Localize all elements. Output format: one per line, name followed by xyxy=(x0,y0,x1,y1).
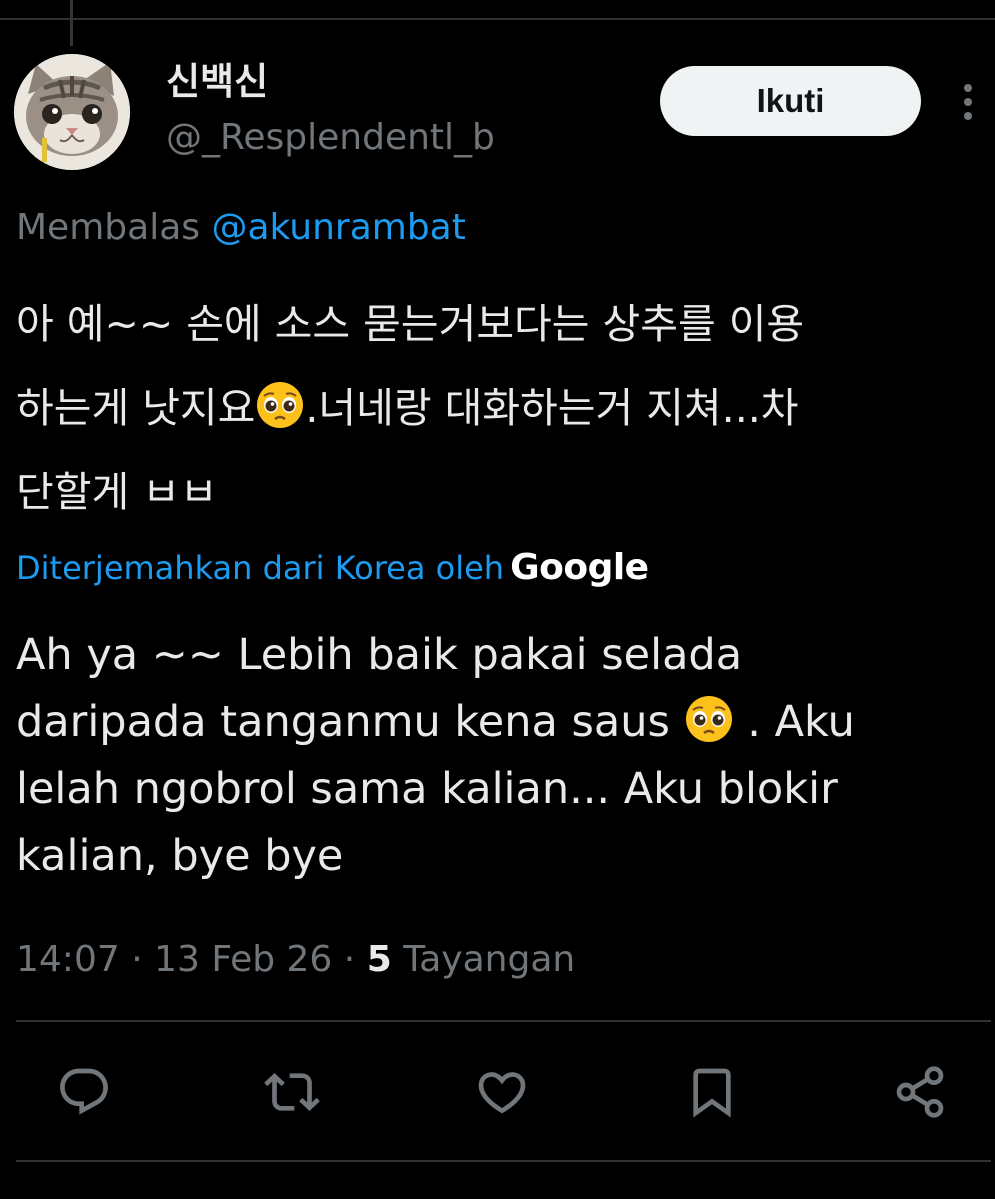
heart-icon xyxy=(478,1072,526,1114)
share-icon xyxy=(896,1066,944,1118)
share-button[interactable] xyxy=(888,1060,952,1124)
translated-text-segment: Ah ya ~~ Lebih baik pakai selada xyxy=(16,630,743,680)
like-button[interactable] xyxy=(470,1060,534,1124)
translated-text: Ah ya ~~ Lebih baik pakai selada daripad… xyxy=(16,622,981,890)
kitten-avatar-icon xyxy=(14,54,130,170)
tweet-text-line: 단할게 ㅂㅂ xyxy=(16,450,981,534)
retweet-icon xyxy=(264,1073,320,1111)
action-bar xyxy=(0,1060,995,1124)
actions-bottom-divider xyxy=(16,1160,991,1162)
translated-text-segment: lelah ngobrol sama kalian... Aku blokir xyxy=(16,764,838,814)
views-label: Tayangan xyxy=(391,939,576,980)
retweet-button[interactable] xyxy=(260,1060,324,1124)
translated-text-line: daripada tanganmu kena saus . Aku xyxy=(16,689,981,756)
reply-context-prefix: Membalas xyxy=(16,207,201,248)
tweet-text-line: 하는게 낫지요 .너네랑 대화하는거 지쳐...차 xyxy=(16,366,981,450)
tweet-meta: 14:07 · 13 Feb 26 · 5 Tayangan xyxy=(16,934,575,986)
actions-top-divider xyxy=(16,1020,991,1022)
top-divider xyxy=(0,18,995,20)
tweet-date[interactable]: 13 Feb 26 xyxy=(154,939,332,980)
pleading-face-emoji-icon xyxy=(255,374,305,428)
tweet-text-line: 아 예~~ 손에 소스 묻는거보다는 상추를 이용 xyxy=(16,282,981,366)
translated-text-segment: daripada tanganmu kena saus xyxy=(16,697,684,747)
tweet-time[interactable]: 14:07 xyxy=(16,939,120,980)
bookmark-button[interactable] xyxy=(680,1060,744,1124)
translated-text-segment: kalian, bye bye xyxy=(16,831,344,881)
author-handle[interactable]: @_Resplendentl_b xyxy=(166,114,495,162)
tweet-text-segment: 아 예~~ 손에 소스 묻는거보다는 상추를 이용 xyxy=(16,300,805,348)
reply-mention-link[interactable]: @akunrambat xyxy=(211,207,465,248)
pleading-face-emoji-icon xyxy=(684,694,734,744)
author-display-name[interactable]: 신백신 xyxy=(166,58,268,106)
translated-text-line: kalian, bye bye xyxy=(16,823,981,890)
tweet-text-segment: 하는게 낫지요 xyxy=(16,384,256,432)
reply-context: Membalas @akunrambat xyxy=(16,204,466,252)
views-count: 5 xyxy=(366,939,392,980)
thread-connector-line xyxy=(70,0,73,46)
translated-text-segment: . Aku xyxy=(733,697,855,747)
reply-button[interactable] xyxy=(52,1060,116,1124)
reply-icon xyxy=(60,1068,108,1115)
translation-notice-text: Diterjemahkan dari Korea oleh xyxy=(16,549,505,587)
google-logo: Google xyxy=(510,547,649,588)
translated-text-line: Ah ya ~~ Lebih baik pakai selada xyxy=(16,622,981,689)
more-vertical-icon[interactable] xyxy=(950,80,986,124)
tweet-text-segment: 단할게 ㅂㅂ xyxy=(16,468,218,516)
meta-separator: · xyxy=(332,939,367,980)
avatar[interactable] xyxy=(14,54,130,170)
translation-notice[interactable]: Diterjemahkan dari Korea oleh Google xyxy=(16,544,649,592)
meta-separator: · xyxy=(119,939,155,980)
bookmark-icon xyxy=(693,1068,731,1118)
follow-button[interactable]: Ikuti xyxy=(660,66,921,136)
translated-text-line: lelah ngobrol sama kalian... Aku blokir xyxy=(16,756,981,823)
tweet-text: 아 예~~ 손에 소스 묻는거보다는 상추를 이용 하는게 낫지요 .너네랑 대화… xyxy=(16,282,981,534)
tweet-text-segment: .너네랑 대화하는거 지쳐...차 xyxy=(305,384,799,432)
